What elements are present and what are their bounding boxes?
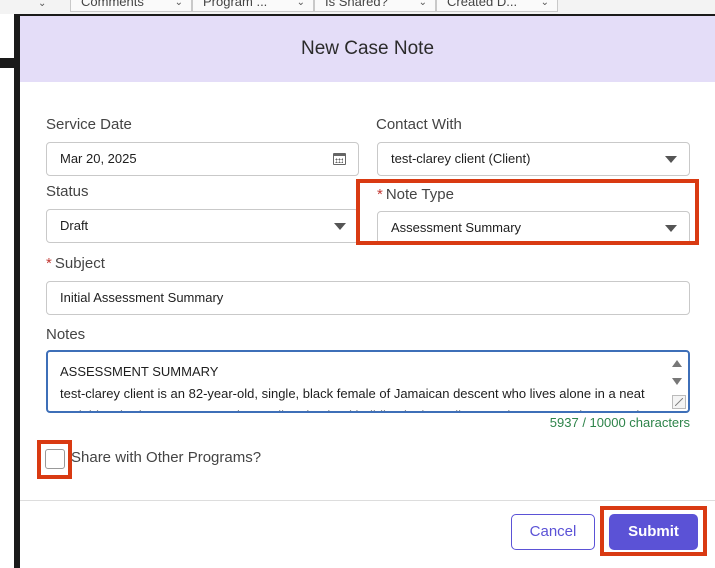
subject-label-text: Subject [54, 255, 105, 272]
share-checkbox-highlight [37, 440, 72, 479]
column-header-program[interactable]: Program ... ⌄ [192, 0, 314, 12]
column-header-comments[interactable]: Comments ⌄ [70, 0, 192, 12]
share-checkbox-label: Share with Other Programs? [71, 449, 262, 466]
subject-label: * Subject [46, 255, 105, 272]
notes-heading: ASSESSMENT SUMMARY [60, 364, 219, 379]
character-counter: 5937 / 10000 characters [549, 415, 690, 430]
note-type-highlight [356, 179, 699, 245]
contact-with-label: Contact With [376, 116, 462, 133]
modal-header: New Case Note [20, 16, 715, 82]
column-label: Is Shared? [325, 0, 388, 9]
status-value: Draft [60, 218, 89, 233]
submit-button-highlight [600, 506, 707, 556]
chevron-down-icon[interactable]: ⌄ [38, 0, 46, 9]
contact-with-select[interactable]: test-clarey client (Client) [377, 142, 690, 176]
dropdown-arrow-icon [665, 156, 677, 163]
calendar-icon[interactable] [333, 153, 346, 165]
chevron-down-icon[interactable]: ⌄ [419, 0, 427, 11]
subject-input[interactable]: Initial Assessment Summary [46, 281, 690, 315]
notes-line-2: and tidy 1 bedroom apartment in a well-m… [60, 405, 652, 411]
column-label: Program ... [203, 0, 268, 9]
column-label: Created D... [447, 0, 518, 9]
service-date-value: Mar 20, 2025 [60, 151, 137, 166]
overlay-edge [0, 58, 20, 68]
scroll-down-arrow-icon[interactable] [672, 378, 682, 385]
required-mark: * [46, 255, 52, 272]
scroll-up-arrow-icon[interactable] [672, 360, 682, 367]
background-table-header: ⌄ Comments ⌄ Program ... ⌄ Is Shared? ⌄ … [0, 0, 715, 14]
resize-handle-icon[interactable] [672, 395, 686, 409]
dropdown-arrow-icon [334, 223, 346, 230]
status-label: Status [46, 183, 89, 200]
footer-divider [20, 500, 715, 501]
subject-value: Initial Assessment Summary [60, 290, 224, 305]
notes-line-1: test-clarey client is an 82-year-old, si… [60, 386, 645, 401]
notes-textarea[interactable]: ASSESSMENT SUMMARY test-clarey client is… [46, 350, 690, 413]
status-select[interactable]: Draft [46, 209, 359, 243]
notes-label: Notes [46, 326, 86, 343]
chevron-down-icon[interactable]: ⌄ [541, 0, 549, 11]
chevron-down-icon[interactable]: ⌄ [175, 0, 183, 11]
column-header-is-shared[interactable]: Is Shared? ⌄ [314, 0, 436, 12]
cancel-button[interactable]: Cancel [511, 514, 595, 550]
chevron-down-icon[interactable]: ⌄ [297, 0, 305, 11]
contact-with-value: test-clarey client (Client) [391, 151, 531, 166]
column-label: Comments [81, 0, 144, 9]
service-date-label: Service Date [46, 116, 132, 133]
modal-title: New Case Note [300, 38, 435, 59]
service-date-input[interactable]: Mar 20, 2025 [46, 142, 359, 176]
column-header-created-date[interactable]: Created D... ⌄ [436, 0, 558, 12]
